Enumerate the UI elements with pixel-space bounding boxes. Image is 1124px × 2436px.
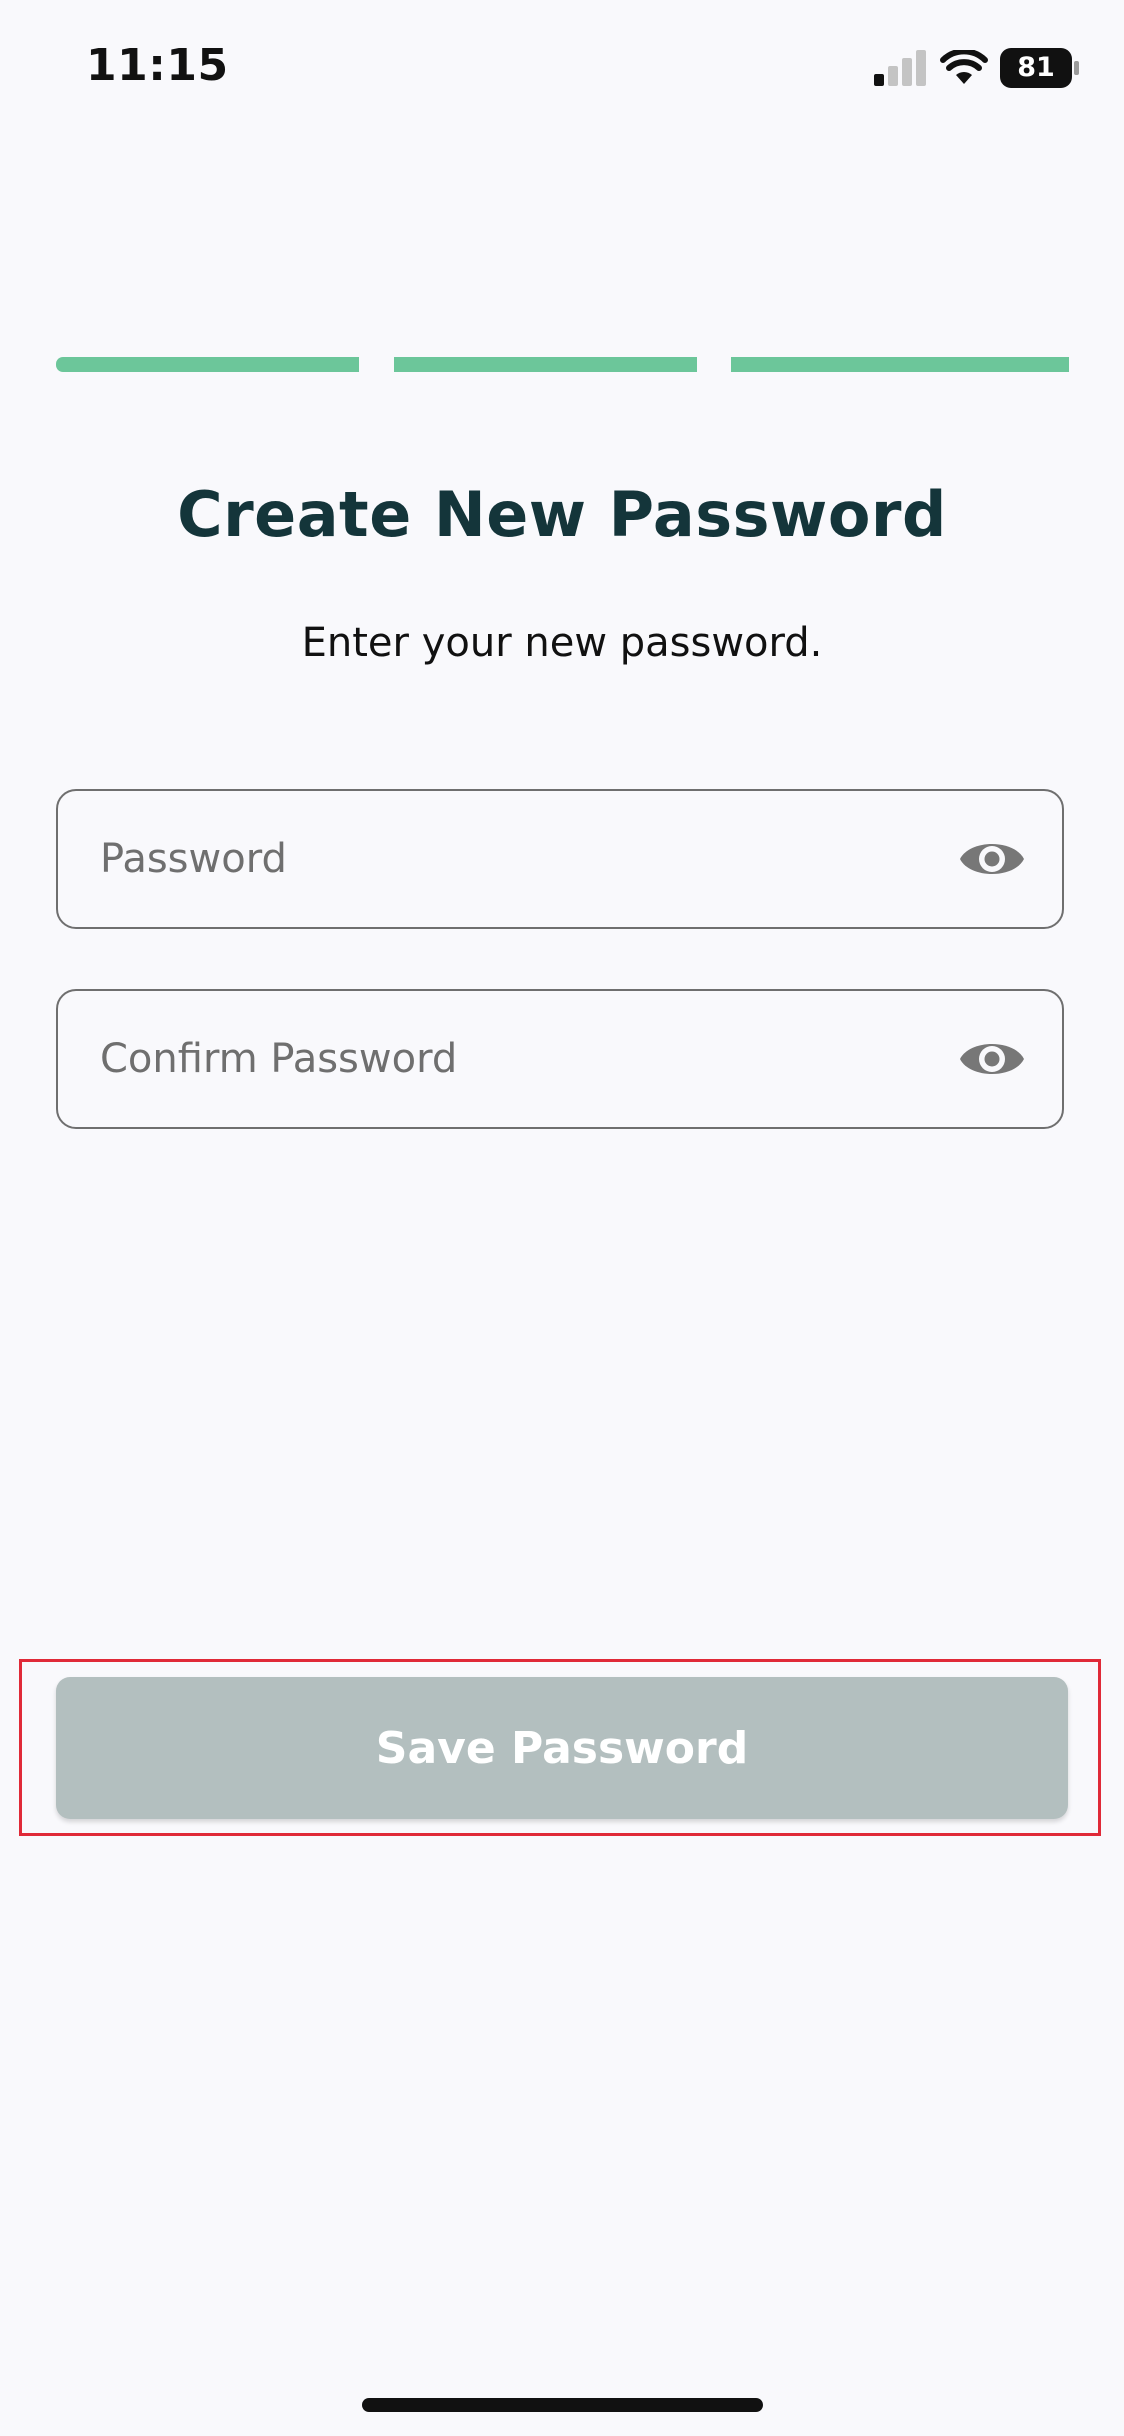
page-title: Create New Password [177, 478, 947, 551]
save-password-button[interactable]: Save Password [56, 1677, 1068, 1819]
progress-step-1 [56, 357, 359, 372]
password-input[interactable] [100, 791, 950, 926]
cellular-signal-icon [874, 50, 926, 86]
battery-level: 81 [1017, 52, 1055, 83]
progress-step-2 [394, 357, 697, 372]
step-progress [56, 357, 1069, 372]
status-bar: 11:15 81 [0, 0, 1124, 140]
status-icons: 81 [872, 48, 1080, 88]
confirm-password-input[interactable] [100, 991, 950, 1126]
progress-step-3 [731, 357, 1069, 372]
confirm-password-visibility-toggle-eye-icon[interactable] [958, 1031, 1026, 1087]
home-indicator[interactable] [362, 2398, 763, 2412]
password-visibility-toggle-eye-icon[interactable] [958, 831, 1026, 887]
wifi-icon [940, 50, 988, 84]
confirm-password-field[interactable] [56, 989, 1064, 1129]
battery-icon: 81 [1000, 48, 1080, 88]
password-field[interactable] [56, 789, 1064, 929]
status-time: 11:15 [86, 40, 229, 91]
page-subtitle: Enter your new password. [301, 620, 823, 666]
